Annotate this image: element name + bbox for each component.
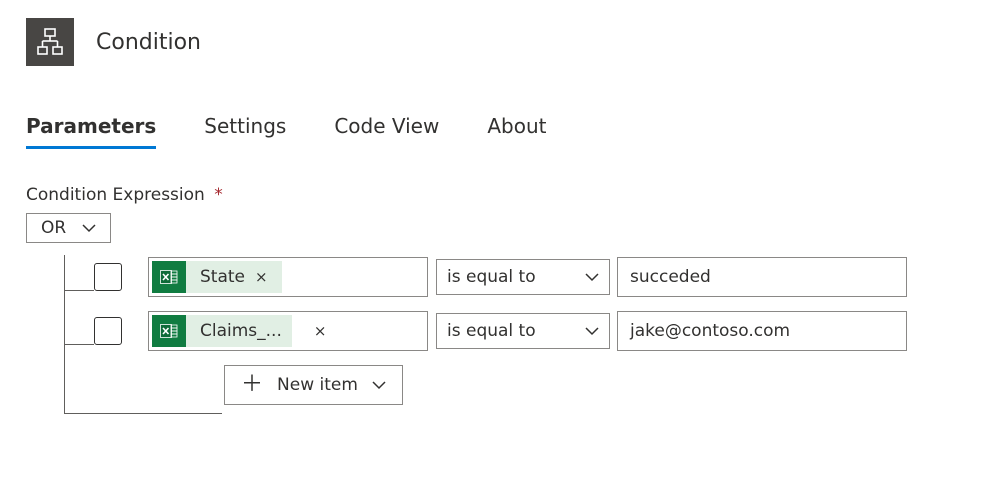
- condition-row: State × is equal to succeded: [94, 257, 968, 297]
- tab-parameters[interactable]: Parameters: [26, 114, 156, 149]
- row-checkbox[interactable]: [94, 263, 122, 291]
- condition-icon: [26, 18, 74, 66]
- chevron-down-icon: [585, 326, 599, 336]
- operator-dropdown[interactable]: is equal to: [436, 259, 610, 295]
- value-input[interactable]: succeded: [617, 257, 907, 297]
- group-operator-dropdown[interactable]: OR: [26, 213, 111, 243]
- left-operand-field[interactable]: Claims_... ×: [148, 311, 428, 351]
- operator-value: is equal to: [447, 267, 536, 287]
- dynamic-content-token: Claims_...: [152, 315, 292, 347]
- new-item-label: New item: [277, 375, 358, 395]
- chevron-down-icon: [372, 380, 386, 390]
- row-checkbox[interactable]: [94, 317, 122, 345]
- tab-code-view[interactable]: Code View: [334, 114, 439, 149]
- group-operator-value: OR: [41, 218, 66, 238]
- condition-row: Claims_... × is equal to jake@contoso.co…: [94, 311, 968, 351]
- value-text: jake@contoso.com: [630, 321, 790, 341]
- plus-icon: ＋: [241, 374, 263, 396]
- value-text: succeded: [630, 267, 711, 287]
- token-remove-button[interactable]: ×: [310, 322, 331, 340]
- value-input[interactable]: jake@contoso.com: [617, 311, 907, 351]
- operator-value: is equal to: [447, 321, 536, 341]
- token-label: Claims_...: [200, 321, 288, 341]
- new-item-button[interactable]: ＋ New item: [224, 365, 403, 405]
- section-label-text: Condition Expression: [26, 185, 205, 205]
- section-label: Condition Expression *: [26, 185, 968, 205]
- dynamic-content-token: State ×: [152, 261, 282, 293]
- chevron-down-icon: [82, 223, 96, 233]
- tab-bar: Parameters Settings Code View About: [26, 114, 968, 149]
- chevron-down-icon: [585, 272, 599, 282]
- token-label: State: [200, 267, 251, 287]
- card-title: Condition: [96, 30, 201, 55]
- left-operand-field[interactable]: State ×: [148, 257, 428, 297]
- excel-icon: [152, 315, 186, 347]
- tab-about[interactable]: About: [487, 114, 546, 149]
- tab-settings[interactable]: Settings: [204, 114, 286, 149]
- required-indicator: *: [214, 185, 223, 205]
- operator-dropdown[interactable]: is equal to: [436, 313, 610, 349]
- excel-icon: [152, 261, 186, 293]
- token-remove-button[interactable]: ×: [251, 268, 272, 286]
- card-header: Condition: [26, 18, 968, 66]
